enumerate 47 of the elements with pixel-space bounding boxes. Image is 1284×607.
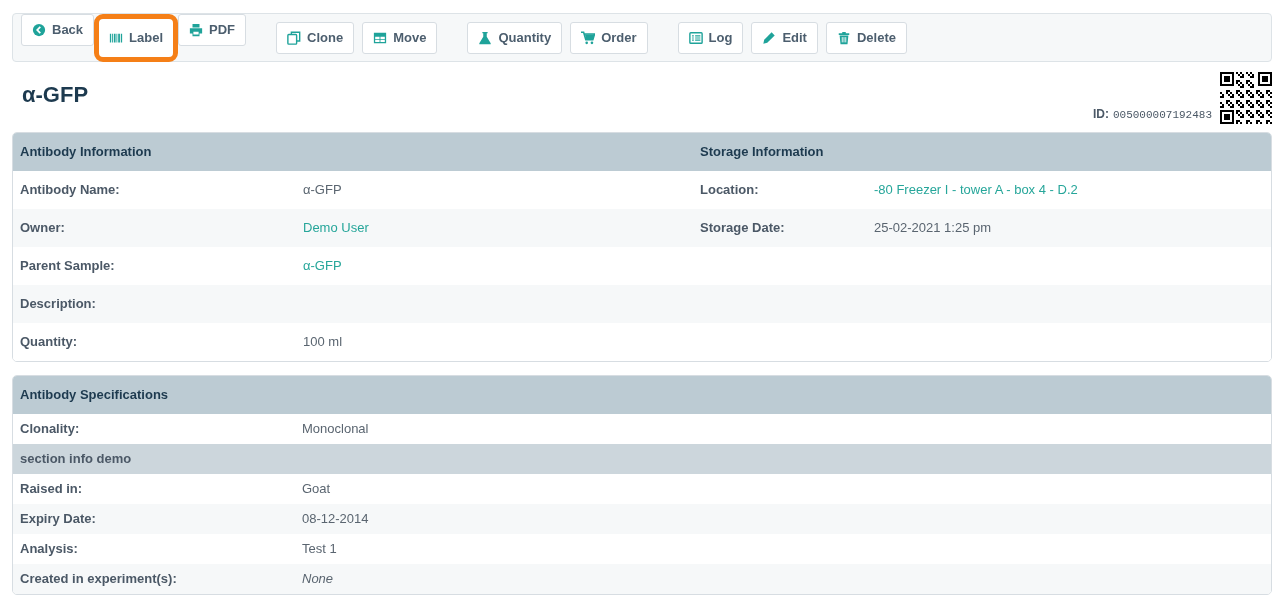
toolbar-button[interactable]: Delete xyxy=(825,21,907,54)
toolbar-button[interactable]: Back xyxy=(21,13,95,46)
back-icon xyxy=(32,22,46,37)
field-value: 100 ml xyxy=(303,334,343,350)
page-title: α-GFP xyxy=(22,81,89,109)
field-label: Storage Date: xyxy=(700,220,785,236)
id-label: ID: xyxy=(1092,105,1109,123)
trash-icon xyxy=(836,30,851,45)
toolbar-button[interactable]: Clone xyxy=(276,21,355,54)
toolbar-button[interactable]: Edit xyxy=(751,21,818,54)
toolbar-button[interactable]: Order xyxy=(570,21,648,54)
field-label: Created in experiment(s): xyxy=(20,571,177,587)
flask-icon xyxy=(478,30,493,45)
field-label: Analysis: xyxy=(20,541,78,557)
field-label: Owner: xyxy=(20,220,65,236)
section-title: Antibody Information xyxy=(20,144,152,160)
grid-icon xyxy=(373,30,388,45)
field-label: Quantity: xyxy=(20,334,78,350)
section-title: Storage Information xyxy=(700,144,824,160)
field-label: Clonality: xyxy=(20,421,80,437)
field-label: Raised in: xyxy=(20,481,83,497)
id-value: 005000007192483 xyxy=(1112,107,1212,123)
field-value: Goat xyxy=(302,481,331,497)
field-value: 08-12-2014 xyxy=(302,511,369,527)
qr-code-icon xyxy=(1220,72,1272,124)
field-label: Expiry Date: xyxy=(20,511,96,527)
cart-icon xyxy=(581,30,596,45)
field-label: Antibody Name: xyxy=(20,182,120,198)
field-value: Monoclonal xyxy=(302,421,369,437)
field-label: Description: xyxy=(20,296,96,312)
toolbar-button[interactable]: PDF xyxy=(178,13,247,46)
copy-icon xyxy=(287,30,302,45)
field-value: α-GFP xyxy=(303,182,342,198)
field-value: None xyxy=(302,571,334,587)
field-label: Parent Sample: xyxy=(20,258,115,274)
field-label: Location: xyxy=(700,182,759,198)
section-title: Antibody Specifications xyxy=(20,387,169,403)
field-value: Test 1 xyxy=(302,541,337,557)
pencil-icon xyxy=(762,30,777,45)
field-value: 25-02-2021 1:25 pm xyxy=(874,220,992,236)
toolbar-button[interactable]: Log xyxy=(677,21,744,54)
list-icon xyxy=(688,30,703,45)
toolbar-button[interactable]: Move xyxy=(362,21,438,54)
print-icon xyxy=(189,22,204,37)
subsection-title: section info demo xyxy=(20,451,132,467)
toolbar-button[interactable]: Quantity xyxy=(467,21,563,54)
toolbar-button[interactable]: Label xyxy=(94,13,179,62)
